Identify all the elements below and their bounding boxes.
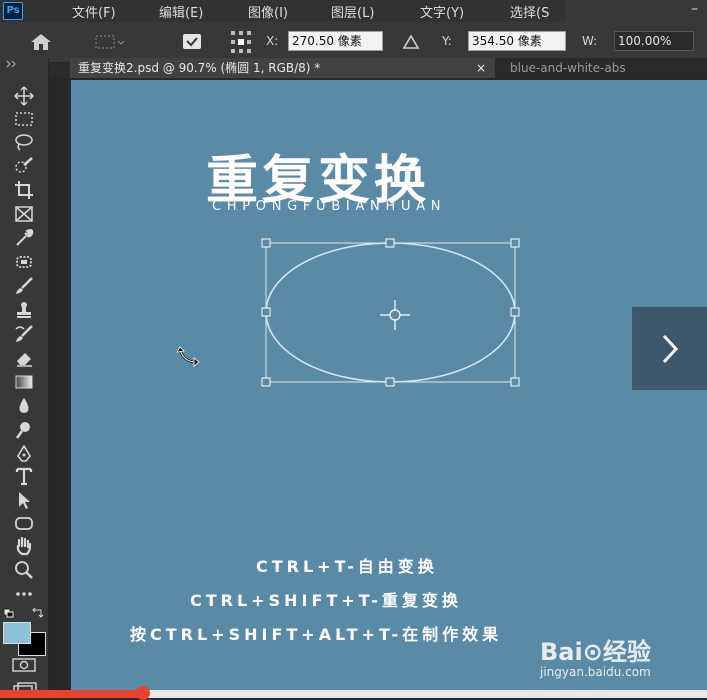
quick-select-tool[interactable] [10, 156, 38, 176]
menu-image[interactable]: 图像(I) [248, 2, 288, 21]
frame-icon [15, 206, 33, 222]
shape-icon [15, 517, 33, 530]
watermark-site: jingyan.baidu.com [540, 665, 651, 679]
dodge-icon [15, 422, 30, 439]
zoom-tool[interactable] [10, 560, 38, 580]
shortcut-line-3: 按CTRL+SHIFT+ALT+T-在制作效果 [130, 625, 503, 644]
tab-label: 重复变换2.psd @ 90.7% (椭圆 1, RGB/8) * [78, 61, 321, 75]
shortcut-line-2: CTRL+SHIFT+T-重复变换 [190, 591, 462, 610]
foreground-color-swatch[interactable] [3, 622, 31, 644]
tab-document-1[interactable]: 重复变换2.psd @ 90.7% (椭圆 1, RGB/8) * × [70, 58, 495, 78]
menu-bar: Ps 文件(F) 编辑(E) 图像(I) 图层(L) 文字(Y) 选择(S – [0, 0, 707, 22]
y-field[interactable]: 354.50 像素 [468, 31, 566, 51]
menu-file[interactable]: 文件(F) [72, 2, 116, 21]
minimize-icon[interactable]: – [691, 0, 707, 22]
baidu-watermark: Bai⊙经验 jingyan.baidu.com [540, 632, 700, 696]
shortcut-line-1: CTRL+T-自由变换 [256, 557, 438, 576]
marquee-tool[interactable] [10, 109, 38, 129]
transform-grid-icon[interactable] [94, 33, 124, 51]
checkbox-icon[interactable] [182, 33, 202, 51]
rotate-cursor-icon [176, 346, 200, 367]
default-colors-icon[interactable] [3, 608, 15, 618]
ellipse-transform[interactable] [258, 236, 524, 390]
eyedropper-tool[interactable] [10, 228, 38, 248]
heal-icon [16, 256, 32, 268]
window-controls: – [565, 0, 707, 22]
blur-tool[interactable] [10, 396, 38, 416]
relative-position-icon[interactable] [402, 34, 420, 50]
type-tool[interactable] [10, 466, 38, 486]
move-tool[interactable] [10, 86, 38, 106]
history-brush-icon [15, 325, 33, 342]
watermark-brand: Bai⊙经验 [540, 638, 651, 666]
brush-icon [16, 277, 33, 294]
tab-label: blue-and-white-abs [510, 61, 626, 75]
collapse-icon[interactable] [6, 60, 18, 68]
eraser-icon [17, 353, 32, 367]
blur-icon [19, 398, 29, 413]
options-bar: X: 270.50 像素 Y: 354.50 像素 W: 100.00% [0, 22, 707, 63]
lasso-tool[interactable] [10, 132, 38, 152]
hand-icon [16, 536, 32, 556]
zoom-icon [15, 561, 33, 579]
brush-tool[interactable] [10, 276, 38, 296]
more-tools[interactable] [10, 584, 38, 604]
stamp-tool[interactable] [10, 300, 38, 320]
more-icon [16, 592, 32, 596]
lasso-icon [15, 134, 33, 151]
shape-tool[interactable] [10, 513, 38, 533]
stamp-icon [17, 302, 31, 318]
menu-edit[interactable]: 编辑(E) [159, 2, 203, 21]
document-tabs: 重复变换2.psd @ 90.7% (椭圆 1, RGB/8) * × blue… [70, 58, 707, 78]
move-icon [14, 86, 34, 106]
quick-select-icon [15, 157, 33, 173]
gradient-tool[interactable] [10, 372, 38, 392]
pen-icon [17, 444, 31, 462]
canvas-subtitle: CHPONGFUBIANHUAN [212, 199, 447, 214]
chevron-right-icon [662, 334, 679, 364]
x-field[interactable]: 270.50 像素 [288, 31, 383, 51]
type-icon [15, 467, 33, 486]
menu-layer[interactable]: 图层(L) [331, 2, 374, 21]
photoshop-logo[interactable]: Ps [3, 2, 23, 20]
crop-tool[interactable] [10, 180, 38, 200]
tab-close-icon[interactable]: × [476, 58, 486, 78]
quick-mask-icon[interactable] [12, 658, 36, 672]
width-field[interactable]: 100.00% [614, 31, 694, 51]
x-label: X: [266, 34, 279, 48]
tab-document-2[interactable]: blue-and-white-abs [500, 58, 707, 78]
marquee-icon [15, 112, 33, 126]
eraser-tool[interactable] [10, 348, 38, 368]
w-label: W: [582, 34, 598, 48]
menu-type[interactable]: 文字(Y) [420, 2, 464, 21]
path-select-icon [19, 492, 30, 509]
reference-point-icon[interactable] [230, 30, 252, 54]
frame-tool[interactable] [10, 204, 38, 224]
history-brush-tool[interactable] [10, 324, 38, 344]
gradient-icon [15, 375, 33, 389]
crop-icon [15, 181, 33, 199]
dodge-tool[interactable] [10, 420, 38, 440]
home-icon[interactable] [28, 33, 54, 51]
path-select-tool[interactable] [10, 490, 38, 510]
eyedropper-icon [16, 229, 34, 246]
y-label: Y: [442, 34, 452, 48]
heal-tool[interactable] [10, 252, 38, 272]
pivot-point-icon[interactable] [380, 300, 410, 330]
hand-tool[interactable] [10, 536, 38, 556]
next-slide-button[interactable] [632, 307, 707, 390]
menu-select[interactable]: 选择(S [510, 2, 549, 21]
video-progress-fill [0, 690, 142, 698]
pen-tool[interactable] [10, 444, 38, 464]
swap-colors-icon[interactable] [31, 607, 45, 619]
